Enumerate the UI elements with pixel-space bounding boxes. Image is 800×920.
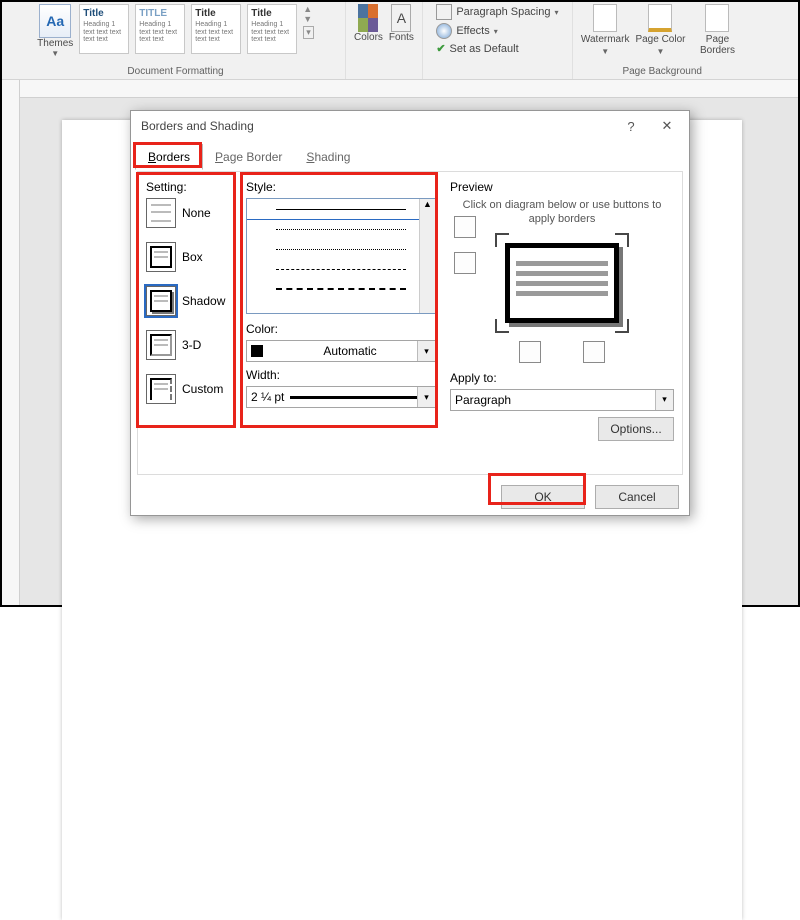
watermark-button[interactable]: Watermark▼ — [581, 4, 630, 56]
ribbon-group-formatting: Aa Themes ▼ TitleHeading 1text text text… — [6, 2, 346, 79]
chevron-down-icon: ▼ — [51, 49, 59, 58]
preview-column: Preview Click on diagram below or use bu… — [444, 180, 674, 466]
paragraph-spacing-button[interactable]: Paragraph Spacing▾ — [436, 4, 558, 20]
doc-style-thumb[interactable]: TITLEHeading 1text text texttext text — [135, 4, 185, 54]
effects-icon — [436, 23, 452, 39]
paragraph-spacing-icon — [436, 4, 452, 20]
check-icon: ✔ — [436, 42, 445, 55]
highlight-borders-tab — [133, 142, 202, 168]
horizontal-ruler[interactable] — [20, 80, 798, 98]
fonts-button[interactable]: A Fonts — [389, 4, 414, 43]
dialog-close-button[interactable]: ✕ — [649, 114, 685, 138]
apply-to-value: Paragraph — [455, 393, 511, 407]
apply-to-label: Apply to: — [450, 371, 674, 385]
highlight-style-box — [240, 172, 438, 428]
page-borders-button[interactable]: Page Borders — [691, 4, 743, 56]
highlight-setting-box — [136, 172, 236, 428]
options-button[interactable]: Options... — [598, 417, 674, 441]
border-left-toggle[interactable] — [519, 341, 541, 363]
cancel-button[interactable]: Cancel — [595, 485, 679, 509]
dialog-titlebar[interactable]: Borders and Shading ? ✕ — [131, 111, 689, 141]
doc-style-thumb[interactable]: TitleHeading 1text text texttext text — [191, 4, 241, 54]
themes-button[interactable]: Aa Themes ▼ — [37, 4, 73, 58]
dialog-help-button[interactable]: ? — [613, 114, 649, 138]
effects-button[interactable]: Effects▾ — [436, 23, 558, 39]
colors-button[interactable]: Colors — [354, 4, 383, 43]
preview-diagram[interactable] — [497, 235, 627, 331]
highlight-ok-box — [488, 473, 586, 505]
page-color-icon — [648, 4, 672, 32]
border-bottom-toggle[interactable] — [454, 252, 476, 274]
chevron-down-icon: ▾ — [655, 390, 673, 410]
set-default-button[interactable]: ✔Set as Default — [436, 42, 558, 55]
apply-to-combo[interactable]: Paragraph ▾ — [450, 389, 674, 411]
preview-hint: Click on diagram below or use buttons to… — [450, 198, 674, 227]
doc-style-thumb[interactable]: TitleHeading 1text text texttext text — [247, 4, 297, 54]
preview-label: Preview — [450, 180, 674, 194]
border-top-toggle[interactable] — [454, 216, 476, 238]
dialog-title: Borders and Shading — [141, 119, 254, 133]
ribbon-group-spacing: Paragraph Spacing▾ Effects▾ ✔Set as Defa… — [423, 2, 573, 79]
tab-shading[interactable]: Shading — [294, 145, 362, 169]
ribbon-group-page-background: Watermark▼ Page Color▼ Page Borders Page… — [573, 2, 752, 79]
border-right-toggle[interactable] — [583, 341, 605, 363]
group-label: Document Formatting — [127, 66, 223, 79]
watermark-icon — [593, 4, 617, 32]
ribbon: Aa Themes ▼ TitleHeading 1text text text… — [2, 2, 798, 80]
page-borders-icon — [705, 4, 729, 32]
dialog-tab-strip: Borders Page Border Shading — [131, 141, 689, 169]
vertical-ruler[interactable] — [2, 80, 20, 605]
page-color-button[interactable]: Page Color▼ — [635, 4, 685, 56]
doc-style-thumb[interactable]: TitleHeading 1text text texttext text — [79, 4, 129, 54]
style-gallery-more[interactable]: ▲▼▾ — [303, 4, 314, 39]
themes-label: Themes — [37, 38, 73, 49]
tab-page-border[interactable]: Page Border — [203, 145, 294, 169]
themes-icon: Aa — [39, 4, 71, 38]
ribbon-group-colors-fonts: Colors A Fonts — [346, 2, 423, 79]
